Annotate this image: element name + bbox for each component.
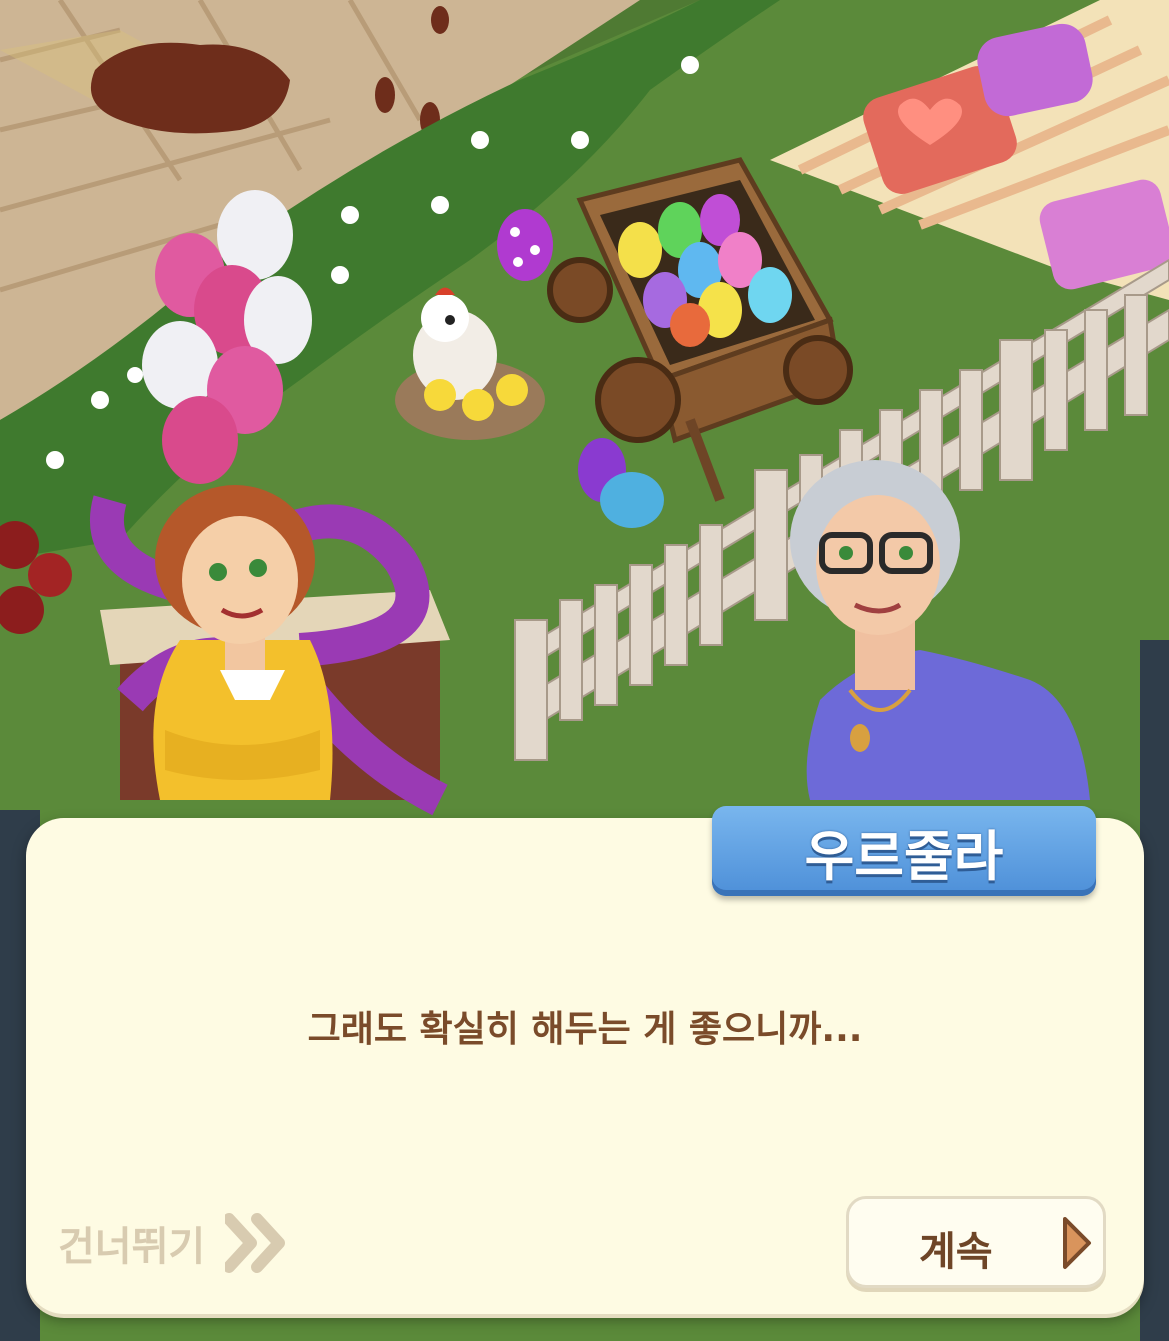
dialog-text: 그래도 확실히 해두는 게 좋으니까...: [307, 1009, 863, 1050]
girl-character: [153, 485, 333, 800]
play-triangle-icon: [1063, 1217, 1091, 1269]
double-chevron-right-icon: [225, 1213, 286, 1273]
speaker-name: 우르줄라: [804, 824, 1004, 888]
skip-label: 건너뛰기: [58, 1224, 206, 1270]
speaker-name-tag: 우르줄라: [712, 806, 1096, 896]
continue-button[interactable]: 계속: [846, 1196, 1106, 1288]
skip-button[interactable]: 건너뛰기: [58, 1208, 289, 1278]
continue-label: 계속: [919, 1229, 993, 1275]
